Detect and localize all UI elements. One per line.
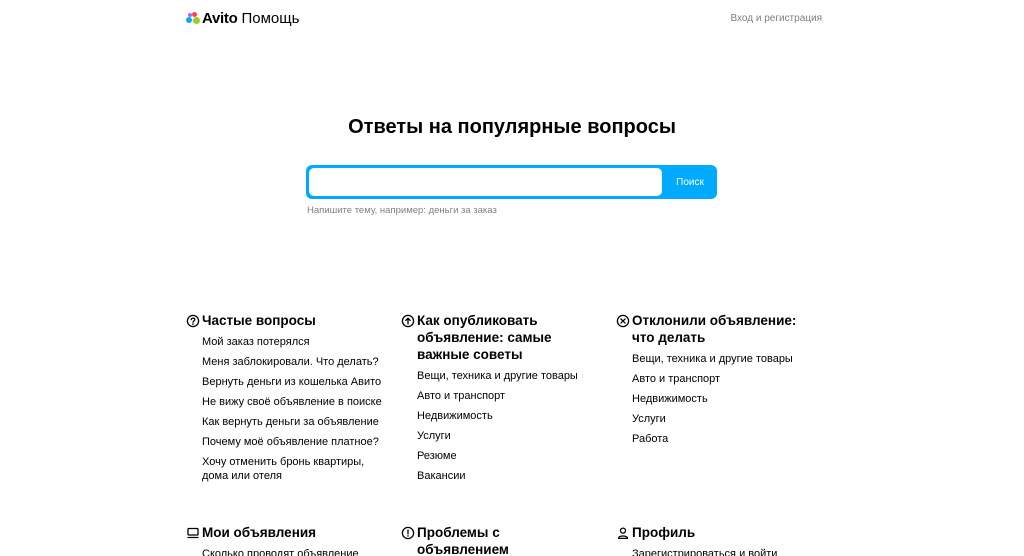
section-my-ads: Мои объявления Сколько проводят объявлен… <box>186 524 386 556</box>
search-hint: Напишите тему, например: деньги за заказ <box>307 205 497 216</box>
publish-link[interactable]: Резюме <box>417 450 457 462</box>
rejected-list: Вещи, техника и другие товары Авто и тра… <box>632 352 816 446</box>
list-item[interactable]: Почему моё объявление платное? <box>202 435 386 449</box>
list-item[interactable]: Мой заказ потерялся <box>202 335 386 349</box>
list-item[interactable]: Услуги <box>417 429 601 443</box>
logo-brand: Avito <box>202 9 238 27</box>
profile-list: Зарегистрироваться и войти <box>632 547 816 556</box>
publish-link[interactable]: Вакансии <box>417 470 466 482</box>
list-item[interactable]: Услуги <box>632 412 816 426</box>
list-item[interactable]: Авто и транспорт <box>417 389 601 403</box>
list-item[interactable]: Вещи, техника и другие товары <box>417 369 601 383</box>
section-problems: Проблемы с объявлением <box>401 524 601 556</box>
avito-dots-icon <box>186 12 200 24</box>
x-circle-icon <box>616 314 630 328</box>
section-header: Профиль <box>616 524 816 541</box>
rejected-link[interactable]: Недвижимость <box>632 393 708 405</box>
list-item[interactable]: Не вижу своё объявление в поиске <box>202 395 386 409</box>
avito-help-logo[interactable]: Avito Помощь <box>186 10 299 27</box>
rejected-link[interactable]: Вещи, техника и другие товары <box>632 353 793 365</box>
section-publish: Как опубликовать объявление: самые важны… <box>401 312 601 489</box>
publish-link[interactable]: Услуги <box>417 430 451 442</box>
list-item[interactable]: Вещи, техника и другие товары <box>632 352 816 366</box>
section-title: Проблемы с объявлением <box>417 525 509 556</box>
list-item[interactable]: Недвижимость <box>417 409 601 423</box>
list-item[interactable]: Как вернуть деньги за объявление <box>202 415 386 429</box>
list-item[interactable]: Работа <box>632 432 816 446</box>
section-rejected: Отклонили объявление: что делать Вещи, т… <box>616 312 816 452</box>
section-title: Отклонили объявление: что делать <box>632 313 797 345</box>
rejected-link[interactable]: Работа <box>632 433 668 445</box>
list-item[interactable]: Хочу отменить бронь квартиры, дома или о… <box>202 455 372 483</box>
publish-link[interactable]: Недвижимость <box>417 410 493 422</box>
list-item[interactable]: Сколько проводят объявление <box>202 547 386 556</box>
faq-list: Мой заказ потерялся Меня заблокировали. … <box>202 335 386 483</box>
faq-link[interactable]: Почему моё объявление платное? <box>202 436 379 448</box>
list-item[interactable]: Зарегистрироваться и войти <box>632 547 816 556</box>
ads-list-icon <box>187 527 199 539</box>
exclamation-circle-icon <box>401 526 415 540</box>
section-header: Частые вопросы <box>186 312 386 329</box>
profile-link[interactable]: Зарегистрироваться и войти <box>632 548 777 556</box>
arrow-up-circle-icon <box>401 314 415 328</box>
list-item[interactable]: Недвижимость <box>632 392 816 406</box>
search-button[interactable]: Поиск <box>663 165 717 199</box>
logo-section: Помощь <box>241 9 300 27</box>
section-title: Мои объявления <box>202 525 317 540</box>
faq-link[interactable]: Вернуть деньги из кошелька Авито <box>202 376 381 388</box>
my-ads-link[interactable]: Сколько проводят объявление <box>202 548 359 556</box>
section-header: Проблемы с объявлением <box>401 524 601 556</box>
login-link[interactable]: Вход и регистрация <box>730 13 822 24</box>
rejected-link[interactable]: Услуги <box>632 413 666 425</box>
section-header: Отклонили объявление: что делать <box>616 312 816 346</box>
rejected-link[interactable]: Авто и транспорт <box>632 373 720 385</box>
list-item[interactable]: Авто и транспорт <box>632 372 816 386</box>
page-title: Ответы на популярные вопросы <box>348 116 676 138</box>
faq-link[interactable]: Не вижу своё объявление в поиске <box>202 396 382 408</box>
publish-link[interactable]: Авто и транспорт <box>417 390 505 402</box>
search-bar: Поиск <box>306 165 717 199</box>
faq-link[interactable]: Меня заблокировали. Что делать? <box>202 356 379 368</box>
section-title: Частые вопросы <box>202 313 316 328</box>
faq-link[interactable]: Мой заказ потерялся <box>202 336 310 348</box>
list-item[interactable]: Вернуть деньги из кошелька Авито <box>202 375 386 389</box>
section-profile: Профиль Зарегистрироваться и войти <box>616 524 816 556</box>
search-input[interactable] <box>309 168 662 196</box>
help-page: Avito Помощь Вход и регистрация Ответы н… <box>0 0 1024 556</box>
publish-link[interactable]: Вещи, техника и другие товары <box>417 370 578 382</box>
faq-link[interactable]: Как вернуть деньги за объявление <box>202 416 379 428</box>
list-item[interactable]: Вакансии <box>417 469 601 483</box>
section-header: Как опубликовать объявление: самые важны… <box>401 312 601 363</box>
section-header: Мои объявления <box>186 524 386 541</box>
header: Avito Помощь Вход и регистрация <box>186 8 822 28</box>
user-icon <box>617 527 629 540</box>
question-circle-icon <box>186 314 200 328</box>
publish-list: Вещи, техника и другие товары Авто и тра… <box>417 369 601 483</box>
faq-link[interactable]: Хочу отменить бронь квартиры, дома или о… <box>202 456 364 482</box>
my-ads-list: Сколько проводят объявление <box>202 547 386 556</box>
section-title: Профиль <box>632 525 696 540</box>
list-item[interactable]: Резюме <box>417 449 601 463</box>
section-title: Как опубликовать объявление: самые важны… <box>417 313 552 362</box>
section-faq: Частые вопросы Мой заказ потерялся Меня … <box>186 312 386 489</box>
list-item[interactable]: Меня заблокировали. Что делать? <box>202 355 386 369</box>
